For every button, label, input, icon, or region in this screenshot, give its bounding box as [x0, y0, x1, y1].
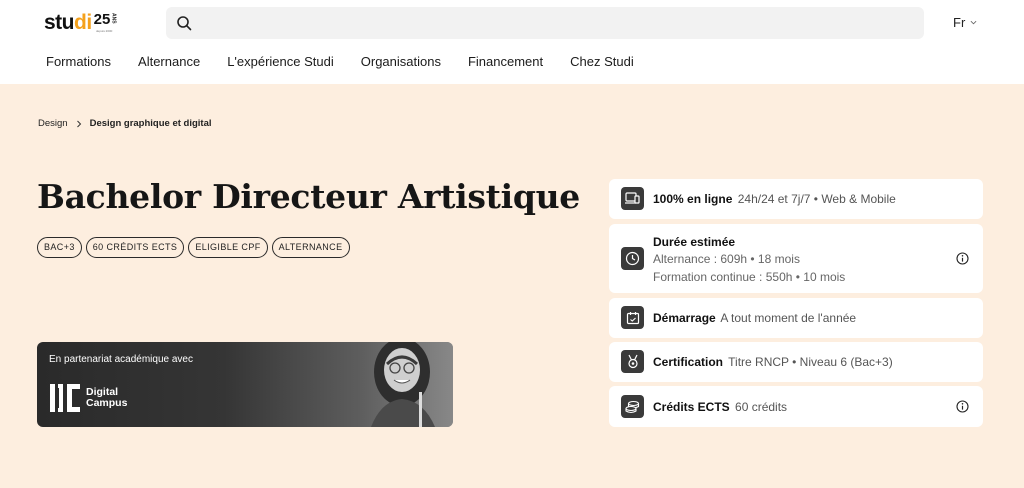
- tag-alternance: ALTERNANCE: [271, 237, 350, 258]
- search-icon: [177, 16, 192, 31]
- info-online-text: 100% en ligne 24h/24 et 7j/7 • Web & Mob…: [653, 192, 896, 206]
- coins-icon: [621, 395, 644, 418]
- info-card-online: 100% en ligne 24h/24 et 7j/7 • Web & Mob…: [609, 179, 983, 219]
- studi-logo[interactable]: studi 25 ANS depuis 2000: [44, 12, 116, 34]
- breadcrumb-current: Design graphique et digital: [89, 118, 212, 129]
- language-label: Fr: [953, 15, 966, 30]
- nav-item-experience[interactable]: L'expérience Studi: [227, 54, 334, 69]
- devices-icon: [621, 187, 644, 210]
- search-input[interactable]: [202, 7, 902, 39]
- logo-years: 25: [93, 11, 111, 28]
- nav-item-chez-studi[interactable]: Chez Studi: [570, 54, 634, 69]
- logo-wordmark: studi: [44, 11, 92, 34]
- tag-list: BAC+3 60 CRÉDITS ECTS ELIGIBLE CPF ALTER…: [37, 237, 350, 258]
- info-icon[interactable]: [956, 400, 969, 413]
- page-title: Bachelor Directeur Artistique: [37, 177, 581, 216]
- calendar-icon: [621, 306, 644, 329]
- nav-item-financement[interactable]: Financement: [468, 54, 543, 69]
- logo-tagline: depuis 2000: [96, 29, 113, 33]
- info-ects-text: Crédits ECTS 60 crédits: [653, 400, 788, 414]
- site-header: studi 25 ANS depuis 2000 Fr Formations A…: [0, 0, 1024, 84]
- info-duration-continue: Formation continue : 550h • 10 mois: [653, 270, 846, 284]
- info-card-certification: Certification Titre RNCP • Niveau 6 (Bac…: [609, 342, 983, 382]
- student-photo: [357, 342, 453, 427]
- partner-label: En partenariat académique avec: [49, 354, 193, 365]
- partner-name: Digital Campus: [86, 386, 128, 409]
- chevron-right-icon: [76, 120, 81, 127]
- info-start-text: Démarrage A tout moment de l'année: [653, 311, 857, 325]
- clock-icon: [621, 247, 644, 270]
- nav-item-alternance[interactable]: Alternance: [138, 54, 200, 69]
- nav-item-formations[interactable]: Formations: [46, 54, 111, 69]
- tag-bac3: BAC+3: [37, 237, 82, 258]
- language-selector[interactable]: Fr: [953, 15, 977, 30]
- info-card-start: Démarrage A tout moment de l'année: [609, 298, 983, 338]
- breadcrumb-parent[interactable]: Design: [38, 118, 68, 129]
- info-card-ects: Crédits ECTS 60 crédits: [609, 386, 983, 427]
- main-nav: Formations Alternance L'expérience Studi…: [46, 54, 661, 69]
- info-card-duration: Durée estimée Alternance : 609h • 18 moi…: [609, 224, 983, 293]
- search-bar[interactable]: [166, 7, 924, 39]
- digital-campus-logo: Digital Campus: [49, 382, 127, 414]
- breadcrumb: Design Design graphique et digital: [38, 118, 212, 129]
- info-duration-alternance: Alternance : 609h • 18 mois: [653, 252, 800, 266]
- logo-years-suffix: ANS: [110, 13, 117, 24]
- medal-icon: [621, 350, 644, 373]
- info-certification-text: Certification Titre RNCP • Niveau 6 (Bac…: [653, 355, 893, 369]
- nav-item-organisations[interactable]: Organisations: [361, 54, 441, 69]
- tag-ects: 60 CRÉDITS ECTS: [85, 237, 185, 258]
- info-icon[interactable]: [956, 252, 969, 265]
- tag-cpf: ELIGIBLE CPF: [188, 237, 268, 258]
- chevron-down-icon: [970, 20, 977, 25]
- digital-campus-mark-icon: [50, 384, 80, 412]
- partner-card: En partenariat académique avec Digital C…: [37, 342, 453, 427]
- info-duration-title: Durée estimée: [653, 235, 736, 249]
